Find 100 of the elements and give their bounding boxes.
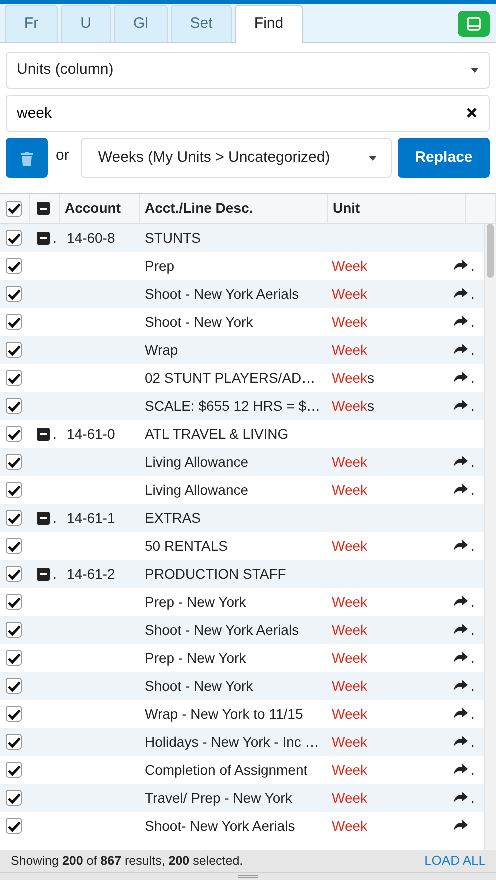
description-cell: Prep [145, 258, 175, 274]
checkbox[interactable] [6, 706, 22, 722]
more-label: . [471, 536, 475, 556]
unit-cell: Week [332, 762, 368, 778]
tab[interactable]: U [61, 5, 111, 42]
share-arrow-icon[interactable] [454, 484, 468, 496]
replace-select[interactable]: Weeks (My Units > Uncategorized) [81, 138, 392, 178]
more-label: . [471, 760, 475, 780]
tab[interactable]: Find [235, 5, 303, 43]
unit-cell: Week [332, 258, 368, 274]
collapse-icon[interactable] [37, 428, 50, 440]
checkbox[interactable] [6, 200, 22, 216]
dot-label: . [53, 508, 58, 528]
more-label: . [471, 284, 475, 304]
more-label: . [471, 732, 475, 752]
unit-cell: Week [332, 622, 368, 638]
share-arrow-icon[interactable] [454, 652, 468, 664]
share-arrow-icon[interactable] [454, 596, 468, 608]
clear-icon[interactable] [467, 108, 477, 118]
share-arrow-icon[interactable] [454, 400, 468, 412]
checkbox[interactable] [6, 594, 22, 610]
share-arrow-icon[interactable] [454, 456, 468, 468]
description-cell: Living Allowance [145, 482, 249, 498]
share-arrow-icon[interactable] [454, 344, 468, 356]
description-cell: Travel/ Prep - New York [145, 790, 292, 806]
more-label: . [471, 340, 475, 360]
share-arrow-icon[interactable] [454, 792, 468, 804]
checkbox[interactable] [6, 398, 22, 414]
more-label: . [471, 312, 475, 332]
description-cell: ATL TRAVEL & LIVING [145, 426, 289, 442]
checkbox[interactable] [6, 790, 22, 806]
description-cell: Shoot - New York Aerials [145, 622, 300, 638]
checkbox[interactable] [6, 678, 22, 694]
column-header[interactable]: Unit [328, 194, 466, 223]
collapse-icon[interactable] [37, 568, 50, 580]
share-arrow-icon[interactable] [454, 260, 468, 272]
unit-cell: Week [332, 706, 368, 722]
delete-button[interactable] [6, 138, 48, 178]
column-header[interactable]: Acct./Line Desc. [140, 194, 328, 223]
unit-cell: Week [332, 818, 368, 834]
share-arrow-icon[interactable] [454, 540, 468, 552]
checkbox[interactable] [6, 286, 22, 302]
tab[interactable]: Fr [5, 5, 58, 42]
tab[interactable]: Set [171, 5, 232, 42]
collapse-icon[interactable] [37, 232, 50, 244]
description-cell: STUNTS [145, 230, 201, 246]
more-label: . [471, 368, 475, 388]
collapse-icon[interactable] [37, 512, 50, 524]
more-label: . [471, 620, 475, 640]
checkbox[interactable] [6, 342, 22, 358]
share-arrow-icon[interactable] [454, 680, 468, 692]
column-select[interactable]: Units (column) [6, 52, 490, 89]
description-cell: 50 RENTALS [145, 538, 228, 554]
more-label: . [471, 704, 475, 724]
checkbox[interactable] [6, 538, 22, 554]
search-field[interactable]: week [6, 95, 490, 132]
share-arrow-icon[interactable] [454, 736, 468, 748]
checkbox[interactable] [6, 314, 22, 330]
panel-toggle-button[interactable] [458, 11, 490, 37]
column-header[interactable]: Account [60, 194, 140, 223]
unit-cell: Week [332, 790, 368, 806]
share-arrow-icon[interactable] [454, 764, 468, 776]
tab[interactable]: Gl [114, 5, 168, 42]
checkbox[interactable] [6, 426, 22, 442]
unit-cell: Weeks [332, 398, 375, 414]
checkbox[interactable] [6, 258, 22, 274]
description-cell: SCALE: $655 12 HRS = $… [145, 398, 320, 414]
description-cell: Shoot - New York [145, 314, 254, 330]
account-cell-text: 14-61-2 [67, 564, 116, 584]
trash-icon [21, 152, 33, 166]
share-arrow-icon[interactable] [454, 316, 468, 328]
checkbox[interactable] [6, 762, 22, 778]
replace-button[interactable]: Replace [398, 138, 490, 178]
share-arrow-icon[interactable] [454, 708, 468, 720]
description-cell: Shoot - New York [145, 678, 254, 694]
more-label: . [471, 648, 475, 668]
share-arrow-icon[interactable] [454, 372, 468, 384]
dot-label: . [53, 228, 58, 248]
checkbox[interactable] [6, 510, 22, 526]
share-arrow-icon[interactable] [454, 288, 468, 300]
checkbox[interactable] [6, 734, 22, 750]
checkbox[interactable] [6, 230, 22, 246]
checkbox[interactable] [6, 370, 22, 386]
scrollbar[interactable] [484, 224, 496, 850]
checkbox[interactable] [6, 650, 22, 666]
share-arrow-icon[interactable] [454, 820, 468, 832]
more-label: . [471, 480, 475, 500]
share-arrow-icon[interactable] [454, 624, 468, 636]
collapse-icon[interactable] [37, 202, 50, 215]
unit-cell: Week [332, 342, 368, 358]
checkbox[interactable] [6, 566, 22, 582]
checkbox[interactable] [6, 482, 22, 498]
description-cell: Living Allowance [145, 454, 249, 470]
checkbox[interactable] [6, 622, 22, 638]
checkbox[interactable] [6, 818, 22, 834]
connector-label: or [56, 146, 70, 166]
unit-cell: Week [332, 314, 368, 330]
description-cell: Shoot- New York Aerials [145, 818, 296, 834]
checkbox[interactable] [6, 454, 22, 470]
resize-handle-icon[interactable] [238, 874, 258, 878]
